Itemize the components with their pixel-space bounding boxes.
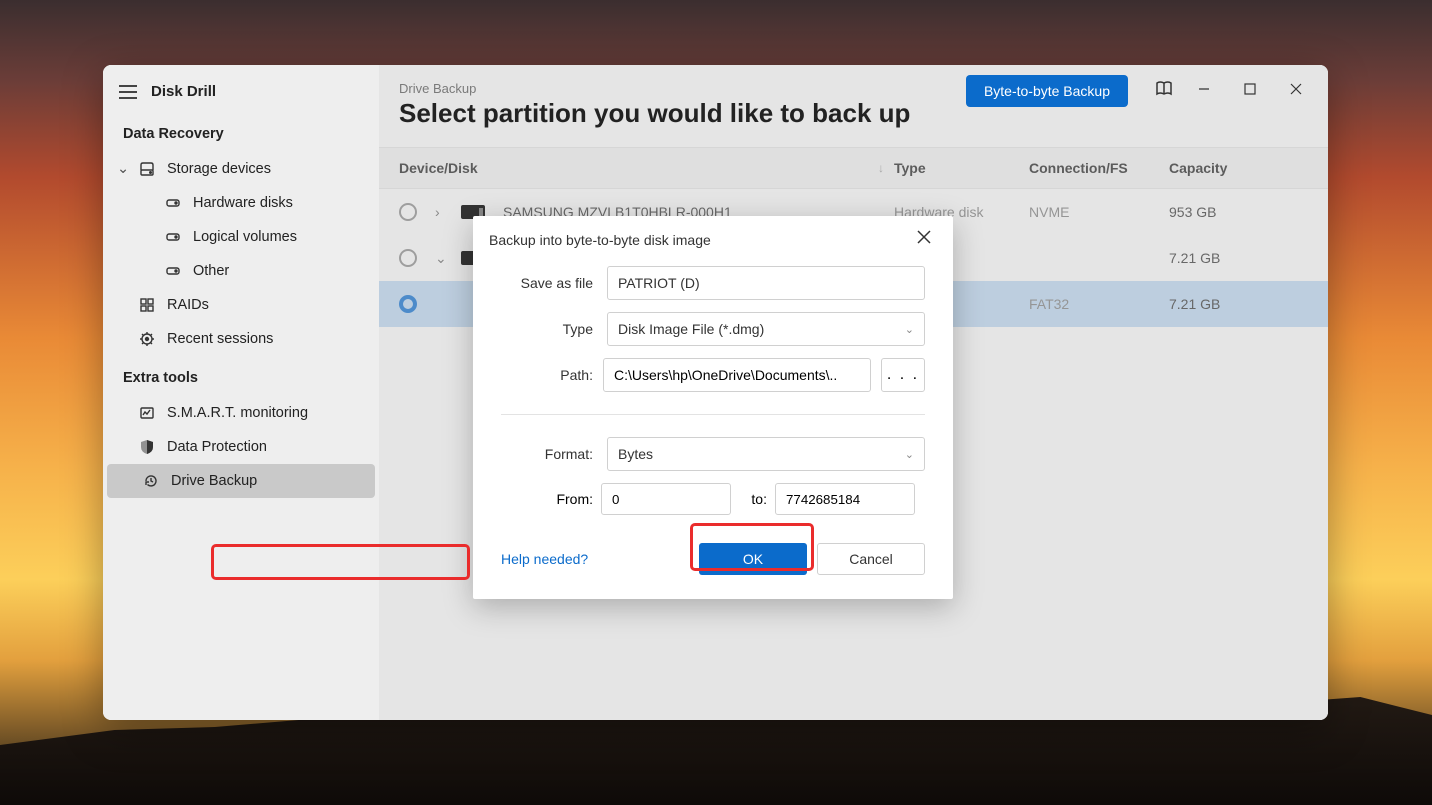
close-icon[interactable] [917, 230, 937, 250]
ok-button[interactable]: OK [699, 543, 807, 575]
to-label: to: [739, 491, 767, 507]
sidebar-item-smart[interactable]: S.M.A.R.T. monitoring [103, 396, 379, 430]
cancel-button[interactable]: Cancel [817, 543, 925, 575]
sidebar-label: Data Protection [167, 439, 267, 455]
raid-icon [139, 297, 155, 313]
path-input[interactable]: C:\Users\hp\OneDrive\Documents\.. [603, 358, 871, 392]
sidebar-item-data-protection[interactable]: Data Protection [103, 430, 379, 464]
disk-icon [165, 263, 181, 279]
page-title: Select partition you would like to back … [399, 98, 1308, 129]
history-icon [143, 473, 159, 489]
type-select[interactable]: Disk Image File (*.dmg)⌄ [607, 312, 925, 346]
sidebar-label: RAIDs [167, 297, 209, 313]
sidebar: Disk Drill Data Recovery ⌄ Storage devic… [103, 65, 379, 720]
help-link[interactable]: Help needed? [501, 551, 588, 567]
type-label: Type [501, 321, 593, 337]
sidebar-label: Hardware disks [193, 195, 293, 211]
sidebar-item-raids[interactable]: RAIDs [103, 288, 379, 322]
hamburger-icon[interactable] [119, 85, 137, 99]
chevron-down-icon: ⌄ [905, 448, 914, 461]
chevron-down-icon: ⌄ [117, 161, 127, 177]
sidebar-item-other[interactable]: Other [103, 254, 379, 288]
format-label: Format: [501, 446, 593, 462]
sidebar-item-storage-devices[interactable]: ⌄ Storage devices [103, 152, 379, 186]
from-label: From: [501, 491, 593, 507]
app-title: Disk Drill [151, 83, 216, 100]
breadcrumb: Drive Backup [399, 81, 1308, 96]
section-extra-tools: Extra tools [103, 356, 379, 396]
divider [501, 414, 925, 415]
save-as-label: Save as file [501, 275, 593, 291]
sidebar-label: Drive Backup [171, 473, 257, 489]
sidebar-item-logical-volumes[interactable]: Logical volumes [103, 220, 379, 254]
disk-icon [165, 195, 181, 211]
sidebar-item-recent-sessions[interactable]: Recent sessions [103, 322, 379, 356]
browse-button[interactable]: . . . [881, 358, 925, 392]
sidebar-item-hardware-disks[interactable]: Hardware disks [103, 186, 379, 220]
sidebar-label: Other [193, 263, 229, 279]
backup-dialog: Backup into byte-to-byte disk image Save… [473, 216, 953, 599]
to-input[interactable] [775, 483, 915, 515]
sidebar-label: Storage devices [167, 161, 271, 177]
shield-icon [139, 439, 155, 455]
gear-icon [139, 331, 155, 347]
disk-icon [139, 161, 155, 177]
sidebar-label: Recent sessions [167, 331, 273, 347]
chart-icon [139, 405, 155, 421]
sidebar-item-drive-backup[interactable]: Drive Backup [107, 464, 375, 498]
disk-icon [165, 229, 181, 245]
format-select[interactable]: Bytes⌄ [607, 437, 925, 471]
path-label: Path: [501, 367, 593, 383]
chevron-down-icon: ⌄ [905, 323, 914, 336]
sidebar-label: S.M.A.R.T. monitoring [167, 405, 308, 421]
from-input[interactable] [601, 483, 731, 515]
save-as-input[interactable]: PATRIOT (D) [607, 266, 925, 300]
dialog-title: Backup into byte-to-byte disk image [489, 232, 917, 248]
sidebar-label: Logical volumes [193, 229, 297, 245]
section-data-recovery: Data Recovery [103, 112, 379, 152]
